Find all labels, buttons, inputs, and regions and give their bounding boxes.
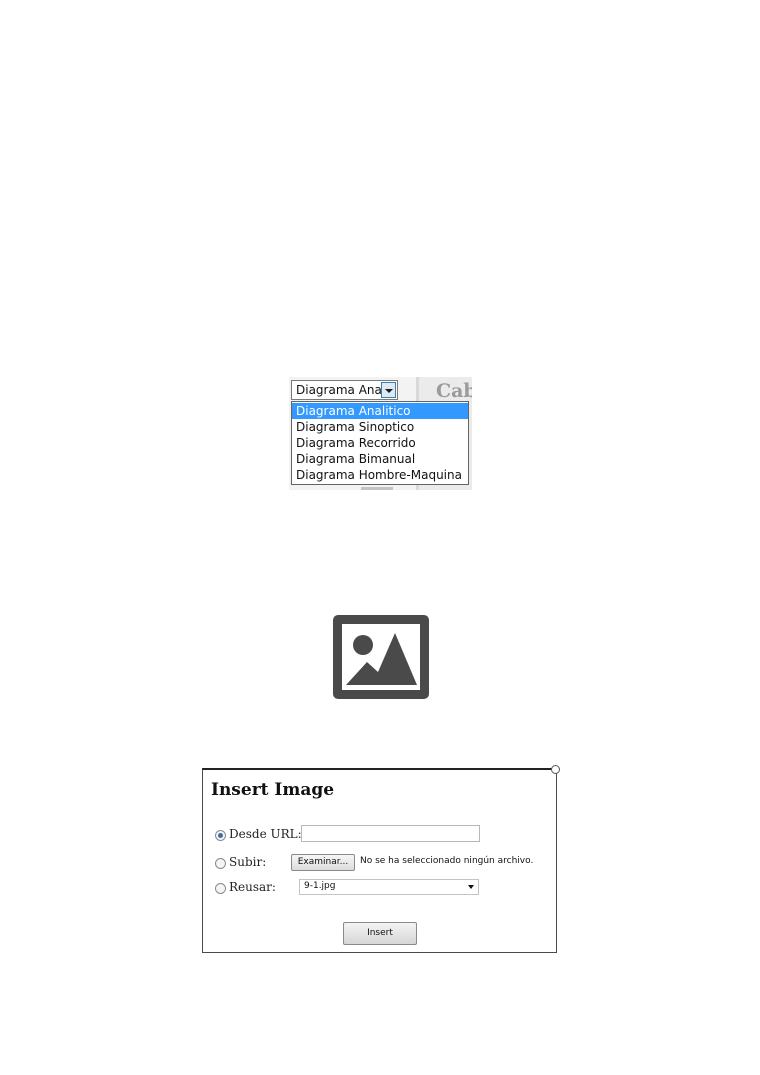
dropdown-screenshot: Cab Diagrama Analit Diagrama Analitico D…	[289, 377, 472, 490]
image-placeholder-icon	[333, 615, 429, 699]
option-diagrama-sinoptico[interactable]: Diagrama Sinoptico	[292, 419, 468, 435]
dialog-corner	[551, 765, 560, 774]
browse-button[interactable]: Examinar...	[291, 854, 355, 871]
option-diagrama-recorrido[interactable]: Diagrama Recorrido	[292, 435, 468, 451]
option-diagrama-bimanual[interactable]: Diagrama Bimanual	[292, 451, 468, 467]
diagram-type-options: Diagrama Analitico Diagrama Sinoptico Di…	[291, 401, 469, 485]
chevron-down-icon[interactable]	[468, 885, 474, 889]
background-heading: Cab	[436, 380, 472, 402]
file-status: No se ha seleccionado ningún archivo.	[360, 856, 534, 866]
reuse-label: Reusar:	[229, 880, 276, 894]
diagram-type-select-value: Diagrama Analit	[296, 383, 384, 397]
reuse-select-value: 9-1.jpg	[304, 881, 336, 891]
chevron-down-icon[interactable]	[381, 382, 396, 398]
url-label: Desde URL:	[229, 827, 302, 841]
url-input[interactable]	[301, 825, 480, 842]
reuse-radio[interactable]	[215, 883, 226, 894]
insert-button[interactable]: Insert	[343, 922, 417, 945]
url-radio[interactable]	[215, 830, 226, 841]
upload-label: Subir:	[229, 855, 267, 869]
dialog-title: Insert Image	[211, 780, 335, 800]
option-diagrama-hombre-maquina[interactable]: Diagrama Hombre-Maquina	[292, 467, 468, 483]
icon-sun	[353, 635, 373, 655]
insert-image-dialog: Insert Image Desde URL: Subir: Examinar.…	[202, 765, 560, 953]
background-tab	[361, 487, 393, 490]
option-diagrama-analitico[interactable]: Diagrama Analitico	[292, 403, 468, 419]
reuse-select[interactable]: 9-1.jpg	[299, 879, 479, 895]
diagram-type-select[interactable]: Diagrama Analit	[291, 380, 398, 400]
upload-radio[interactable]	[215, 858, 226, 869]
